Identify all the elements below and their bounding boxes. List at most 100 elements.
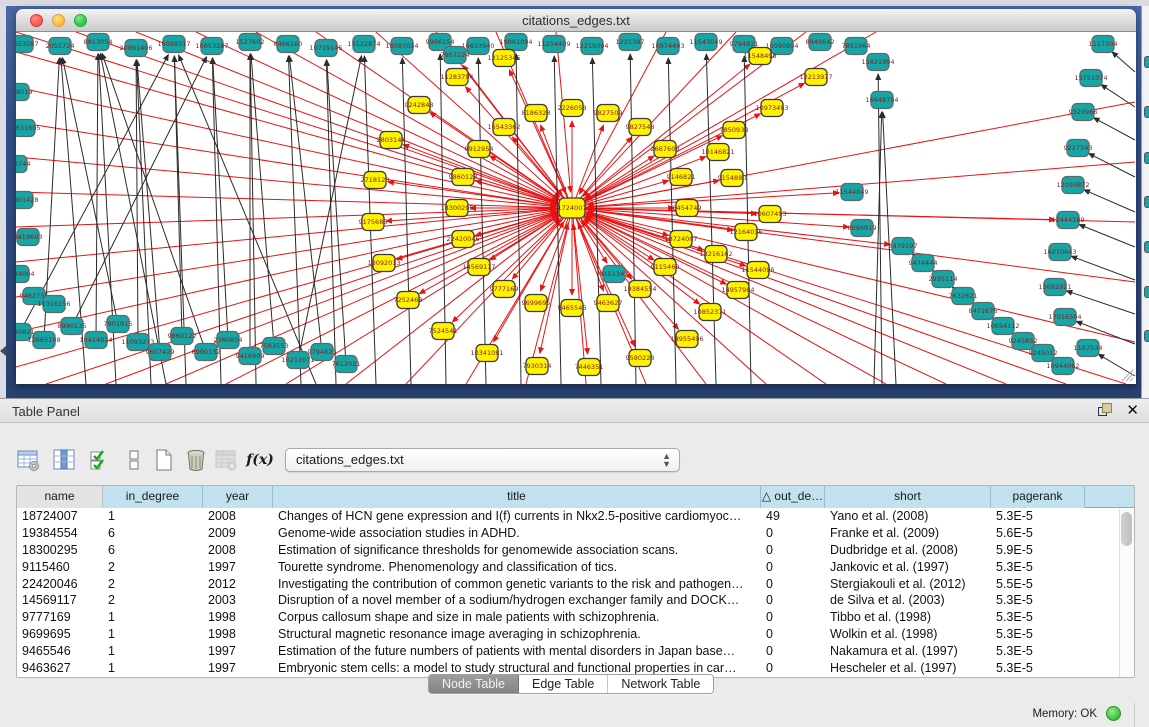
table-row[interactable]: 1872400712008Changes of HCN gene express… — [17, 508, 1134, 525]
table-row[interactable]: 1456911722003Disruption of a novel membe… — [17, 592, 1134, 609]
network-edge[interactable] — [96, 54, 98, 340]
network-node[interactable]: 10146821 — [701, 144, 734, 161]
network-node[interactable]: 10631605 — [16, 120, 41, 137]
network-node[interactable]: 10341081 — [470, 345, 503, 362]
network-node[interactable]: 19861094 — [499, 34, 532, 51]
network-node[interactable]: 8419693 — [16, 229, 42, 246]
create-column-button[interactable] — [150, 446, 178, 474]
network-node[interactable]: 7446351 — [575, 359, 604, 376]
network-node[interactable]: 7957224 — [441, 47, 470, 64]
network-hub-node[interactable]: 1724007 — [558, 198, 587, 218]
network-node[interactable]: 8454749 — [673, 200, 702, 217]
network-node[interactable]: 10719145 — [309, 40, 342, 57]
network-node[interactable]: 7930314 — [523, 358, 552, 375]
network-edge[interactable] — [102, 53, 206, 352]
network-node[interactable]: 10834004 — [16, 266, 35, 283]
network-node[interactable]: 8813054 — [84, 34, 113, 51]
network-node[interactable]: 9580228 — [626, 350, 655, 367]
network-edge[interactable] — [1084, 190, 1135, 212]
network-node[interactable]: 9227343 — [1064, 140, 1093, 157]
network-node[interactable]: 8466160 — [274, 36, 303, 53]
float-panel-icon[interactable] — [1098, 403, 1114, 418]
network-node[interactable]: 2055724 — [46, 38, 75, 55]
network-node[interactable]: 9146821 — [667, 169, 696, 186]
control-panel-edge[interactable] — [0, 6, 6, 398]
network-node[interactable]: 9154880 — [718, 170, 747, 187]
network-edge[interactable] — [137, 60, 160, 352]
panel-collapse-arrow-icon[interactable] — [0, 346, 6, 356]
network-node[interactable]: 15692921 — [1038, 279, 1071, 296]
network-node[interactable]: 2803144 — [377, 132, 406, 149]
network-node[interactable]: 19384554 — [623, 281, 656, 298]
close-panel-icon[interactable]: ✕ — [1126, 403, 1139, 418]
network-node[interactable]: 9777169 — [490, 281, 519, 298]
network-edge[interactable] — [327, 60, 346, 364]
network-node[interactable]: 20891406 — [119, 40, 152, 57]
network-edge[interactable] — [213, 58, 228, 340]
network-node[interactable]: 7583553 — [260, 338, 289, 355]
network-node[interactable]: 9827509 — [594, 105, 623, 122]
network-edge[interactable] — [587, 213, 1066, 384]
network-node[interactable]: 8990132 — [192, 344, 221, 361]
network-node[interactable]: 9416909 — [236, 348, 265, 365]
column-header-pagerank[interactable]: pagerank — [991, 486, 1085, 508]
network-edge[interactable] — [166, 214, 557, 384]
table-mode-button[interactable] — [14, 446, 42, 474]
network-node[interactable]: 16210643 — [1043, 244, 1076, 261]
network-node[interactable]: 16648794 — [865, 92, 898, 109]
table-row[interactable]: 1830029562008Estimation of significance … — [17, 542, 1134, 559]
network-node[interactable]: 2718120 — [361, 172, 390, 189]
network-node[interactable]: 12444189 — [1051, 212, 1084, 229]
network-node[interactable]: 1117304 — [1089, 36, 1118, 53]
network-node[interactable]: 9242848 — [405, 97, 434, 114]
network-edge[interactable] — [72, 57, 207, 326]
citation-network-graph[interactable]: 1055328720557248813054208914061608831710… — [16, 32, 1136, 384]
select-columns-button[interactable] — [86, 446, 114, 474]
network-node[interactable]: 11543049 — [689, 34, 722, 51]
network-edge[interactable] — [1094, 118, 1135, 140]
network-node[interactable]: 10414824 — [79, 332, 112, 349]
window-resize-grip[interactable] — [1121, 369, 1134, 382]
network-edge[interactable] — [76, 32, 557, 203]
network-node[interactable]: 12164036 — [729, 224, 762, 241]
network-node[interactable]: 9329966 — [1069, 104, 1098, 121]
network-node[interactable]: 11254409 — [537, 36, 570, 53]
network-node[interactable]: 9699695 — [522, 295, 551, 312]
network-edge[interactable] — [572, 137, 632, 208]
network-edge[interactable] — [478, 58, 486, 384]
network-edge[interactable] — [516, 54, 521, 384]
delete-table-button[interactable] — [212, 446, 240, 474]
table-row[interactable]: 1938455462009Genome-wide association stu… — [17, 525, 1134, 542]
network-node[interactable]: 12215094 — [575, 38, 608, 55]
network-node[interactable]: 9465546 — [558, 300, 587, 317]
network-node[interactable]: 20601428 — [16, 192, 39, 209]
network-node[interactable]: 9175685 — [359, 214, 388, 231]
network-edge[interactable] — [226, 215, 558, 384]
network-node[interactable]: 7851964 — [842, 38, 871, 55]
network-node[interactable]: 10653287 — [195, 38, 228, 55]
column-header-out-degree[interactable]: △ out_de… — [761, 486, 825, 508]
network-edge[interactable] — [1071, 256, 1135, 280]
network-node[interactable]: 7632621 — [949, 288, 978, 305]
table-row[interactable]: 911546021997Tourette syndrome. Phenomeno… — [17, 559, 1134, 576]
network-edge[interactable] — [1079, 224, 1135, 247]
network-node[interactable]: 2360854 — [214, 332, 243, 349]
network-node[interactable]: 6479197 — [889, 238, 918, 255]
table-selector-dropdown[interactable]: citations_edges.txt ▲▼ — [285, 448, 680, 472]
table-row[interactable]: 969969511998Structural magnetic resonanc… — [17, 626, 1134, 643]
network-node[interactable]: 2226058 — [558, 100, 587, 117]
tab-network-table[interactable]: Network Table — [608, 675, 713, 693]
network-edge[interactable] — [1112, 52, 1135, 72]
tab-edge-table[interactable]: Edge Table — [519, 675, 608, 693]
row-selection-button[interactable] — [120, 446, 148, 474]
network-node[interactable]: 8186328 — [522, 105, 551, 122]
network-node[interactable]: 11283794 — [440, 69, 473, 86]
network-node[interactable]: 2935114 — [929, 271, 958, 288]
network-edge[interactable] — [630, 54, 636, 384]
network-node[interactable]: 16543362 — [487, 119, 520, 136]
tab-node-table[interactable]: Node Table — [429, 675, 519, 693]
network-node[interactable]: 10607493 — [753, 206, 786, 223]
network-node[interactable]: 8990135 — [58, 318, 87, 335]
network-node[interactable]: 9827548 — [626, 119, 655, 136]
network-node[interactable]: 7850938 — [720, 122, 749, 139]
